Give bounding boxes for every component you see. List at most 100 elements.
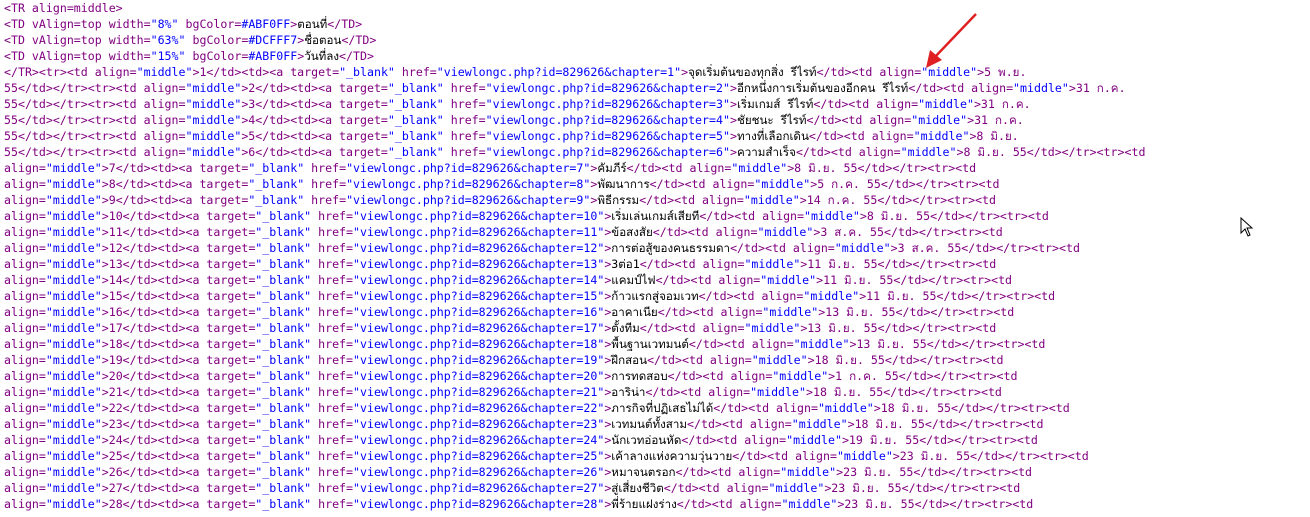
source-attr-value: "middle": [793, 337, 850, 351]
source-tag-markup: >3 ส.ค. 55</td></tr><tr><td: [813, 225, 1003, 239]
source-attr-value: "viewlongc.php?id=829626&chapter=14": [353, 273, 605, 287]
source-tag-markup: </td><td align=: [688, 337, 794, 351]
source-attr-value: "middle": [834, 241, 891, 255]
source-code-line: align="middle">18</td><td><a target="_bl…: [4, 336, 1310, 352]
html-source-view[interactable]: <TR align=middle> <TD vAlign=top width="8…: [4, 0, 1310, 512]
source-attr-value: "middle": [185, 97, 242, 111]
source-text-token: หมาจนตรอก: [611, 465, 676, 479]
source-tag-markup: href=: [311, 385, 354, 399]
source-attr-value: "middle": [791, 417, 848, 431]
source-attr-value: "middle": [45, 321, 102, 335]
source-attr-value: "middle": [780, 465, 837, 479]
source-tag-markup: >8 มิ.ย. 55</td></tr><tr><td: [859, 209, 1049, 223]
source-text-token: พิธีกรรม: [597, 193, 640, 207]
source-attr-value: "middle": [45, 337, 102, 351]
source-attr-value: "middle": [760, 273, 817, 287]
source-attr-value: #DCFFF7: [248, 33, 298, 47]
source-tag-markup: >19 มิ.ย. 55</td></tr><tr><td: [841, 433, 1038, 447]
source-tag-markup: align=: [4, 161, 46, 175]
source-attr-value: "middle": [45, 465, 102, 479]
source-attr-value: "viewlongc.php?id=829626&chapter=5": [485, 129, 730, 143]
source-tag-markup: >8 มิ.ย. 55</td></tr><tr><td: [956, 145, 1146, 159]
source-tag-markup: </td><td align=: [626, 161, 732, 175]
source-tag-markup: </td><td align=: [639, 193, 744, 207]
source-code-line: align="middle">14</td><td><a target="_bl…: [4, 272, 1310, 288]
source-tag-markup: align=: [4, 337, 46, 351]
source-tag-markup: >20</td><td><a target=: [101, 369, 256, 383]
source-attr-value: "viewlongc.php?id=829626&chapter=21": [353, 385, 605, 399]
source-attr-value: "middle": [918, 97, 974, 111]
source-attr-value: "_blank": [255, 305, 312, 319]
source-tag-markup: >28</td><td><a target=: [101, 497, 256, 511]
source-tag-markup: >13 มิ.ย. 55</td></tr><tr><td: [818, 305, 1015, 319]
source-tag-markup: align=: [4, 177, 46, 191]
source-attr-value: "middle": [911, 113, 968, 127]
source-tag-markup: href=: [311, 241, 354, 255]
source-tag-markup: href=: [443, 81, 486, 95]
source-attr-value: "middle": [45, 225, 102, 239]
source-tag-markup: >1 ก.ค. 55</td></tr><tr><td: [828, 369, 1018, 383]
source-code-line: 55</td></tr><tr><td align="middle">6</td…: [4, 144, 1310, 160]
source-code-line: align="middle">11</td><td><a target="_bl…: [4, 224, 1310, 240]
source-tag-markup: href=: [311, 369, 354, 383]
source-tag-markup: </TR><tr><td align=: [4, 65, 137, 79]
source-tag-markup: </td><td align=: [675, 465, 781, 479]
source-tag-markup: >: [729, 97, 737, 111]
source-attr-value: "_blank": [255, 257, 312, 271]
source-attr-value: "middle": [45, 401, 102, 415]
source-tag-markup: href=: [304, 161, 347, 175]
source-tag-markup: >15</td><td><a target=: [101, 289, 256, 303]
source-tag-markup: align=: [4, 433, 46, 447]
source-tag-markup: >21</td><td><a target=: [101, 385, 256, 399]
source-attr-value: "middle": [731, 161, 788, 175]
source-attr-value: "_blank": [255, 321, 312, 335]
source-code-line: align="middle">19</td><td><a target="_bl…: [4, 352, 1310, 368]
source-tag-markup: </td><td align=: [639, 257, 745, 271]
source-header-line: <TD vAlign=top width="8%" bgColor=#ABF0F…: [4, 16, 1310, 32]
mouse-cursor-icon: [1240, 217, 1254, 237]
source-attr-value: "middle": [836, 449, 893, 463]
source-attr-value: "middle": [45, 449, 102, 463]
source-tag-markup: >18 มิ.ย. 55</td></tr><tr><td: [873, 401, 1070, 415]
source-tag-markup: align=: [4, 241, 46, 255]
source-attr-value: "_blank": [255, 273, 312, 287]
source-tag-markup: >19</td><td><a target=: [101, 353, 256, 367]
source-tag-markup: <TR align=middle>: [4, 1, 123, 15]
source-code-line: align="middle">7</td><td><a target="_bla…: [4, 160, 1310, 176]
source-text-token: จุดเริ่มต้นของทุกสิ่ง รีไรท์: [688, 65, 817, 79]
source-attr-value: "middle": [185, 113, 242, 127]
source-attr-value: "middle": [900, 145, 957, 159]
source-tag-markup: >6</td><td><a target=: [241, 145, 388, 159]
source-attr-value: "middle": [744, 257, 801, 271]
source-tag-markup: href=: [311, 225, 354, 239]
source-attr-value: "middle": [1013, 81, 1069, 95]
source-tag-markup: <TD vAlign=top width=: [4, 17, 151, 31]
source-tag-markup: >5</td><td><a target=: [241, 129, 388, 143]
source-attr-value: "viewlongc.php?id=829626&chapter=28": [353, 497, 605, 511]
source-text-token: ตั้งทีม: [611, 321, 640, 335]
source-tag-markup: >23 มิ.ย. 55</td></tr><tr><td: [892, 449, 1089, 463]
source-tag-markup: >14</td><td><a target=: [101, 273, 256, 287]
source-tag-markup: </td><td align=: [647, 353, 752, 367]
source-attr-value: "_blank": [255, 289, 312, 303]
source-tag-markup: </TD>: [341, 33, 377, 47]
source-code-line: 55</td></tr><tr><td align="middle">5</td…: [4, 128, 1310, 144]
source-attr-value: "viewlongc.php?id=829626&chapter=23": [353, 417, 605, 431]
source-tag-markup: </td><td align=: [639, 321, 745, 335]
source-tag-markup: 55</td></tr><tr><td align=: [4, 97, 186, 111]
source-attr-value: "middle": [45, 353, 102, 367]
source-attr-value: "middle": [185, 129, 242, 143]
source-tag-markup: </td><td align=: [730, 241, 835, 255]
source-tag-markup: href=: [311, 321, 354, 335]
source-tag-markup: </td><td align=: [667, 369, 773, 383]
source-tag-markup: 55</td></tr><tr><td align=: [4, 113, 186, 127]
source-attr-value: "viewlongc.php?id=829626&chapter=27": [353, 481, 605, 495]
source-tag-markup: >13 มิ.ย. 55</td></tr><tr><td: [800, 321, 997, 335]
source-tag-markup: >11 มิ.ย. 55</td></tr><tr><td: [816, 273, 1013, 287]
source-tag-markup: </td><td align=: [645, 385, 751, 399]
source-code-line: align="middle">16</td><td><a target="_bl…: [4, 304, 1310, 320]
source-tag-markup: bgColor=: [185, 49, 249, 63]
source-tag-markup: </td><td align=: [808, 129, 914, 143]
source-tag-markup: >12</td><td><a target=: [101, 241, 256, 255]
source-attr-value: "middle": [185, 145, 242, 159]
